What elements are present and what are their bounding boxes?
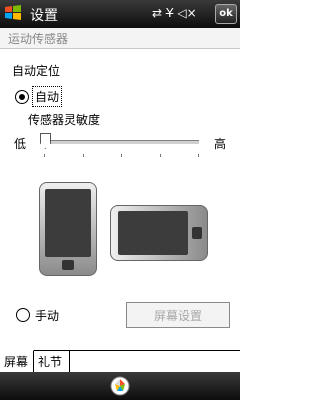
- phone-landscape-screen: [118, 211, 188, 255]
- phone-portrait-illustration: [39, 182, 97, 276]
- ok-button[interactable]: ok: [215, 4, 237, 24]
- no-signal-icon[interactable]: Y̶: [166, 6, 173, 20]
- speaker-icon[interactable]: ◁×: [177, 6, 196, 20]
- tab-etiquette[interactable]: 礼节: [34, 350, 70, 372]
- sensitivity-slider-thumb[interactable]: [40, 133, 51, 149]
- page-title: 运动传感器: [8, 32, 69, 46]
- tab-screen[interactable]: 屏幕: [0, 350, 34, 372]
- sync-arrows-icon[interactable]: ⇄: [152, 6, 162, 20]
- auto-radio-label[interactable]: 自动: [32, 86, 63, 107]
- window-title: 设置: [30, 8, 58, 24]
- slider-tick: [83, 154, 84, 157]
- manual-radio[interactable]: [16, 308, 30, 322]
- phone-portrait-screen: [45, 189, 91, 257]
- auto-radio[interactable]: [15, 90, 29, 104]
- slider-tick: [198, 154, 199, 157]
- sensitivity-label: 传感器灵敏度: [28, 113, 101, 127]
- high-label: 高: [214, 137, 227, 151]
- tab-bar: 屏幕 礼节: [0, 350, 240, 373]
- sensitivity-slider-track[interactable]: [43, 140, 199, 145]
- keyboard-input-icon[interactable]: [110, 376, 130, 396]
- screen-settings-button[interactable]: 屏幕设置: [126, 302, 230, 328]
- phone-landscape-illustration: [110, 205, 208, 261]
- manual-radio-label[interactable]: 手动: [35, 307, 59, 324]
- phone-portrait-button: [62, 260, 74, 270]
- page-header: 运动传感器: [0, 28, 240, 49]
- section-label-auto-rotate: 自动定位: [12, 64, 61, 78]
- low-label: 低: [14, 137, 27, 151]
- windows-start-icon[interactable]: [4, 4, 22, 22]
- status-icons[interactable]: ⇄ Y̶ ◁×: [152, 6, 197, 20]
- slider-tick: [160, 154, 161, 157]
- slider-tick: [121, 154, 122, 157]
- title-bar: 设置 ⇄ Y̶ ◁× ok: [0, 0, 240, 28]
- phone-landscape-button: [192, 227, 202, 239]
- slider-tick: [44, 154, 45, 157]
